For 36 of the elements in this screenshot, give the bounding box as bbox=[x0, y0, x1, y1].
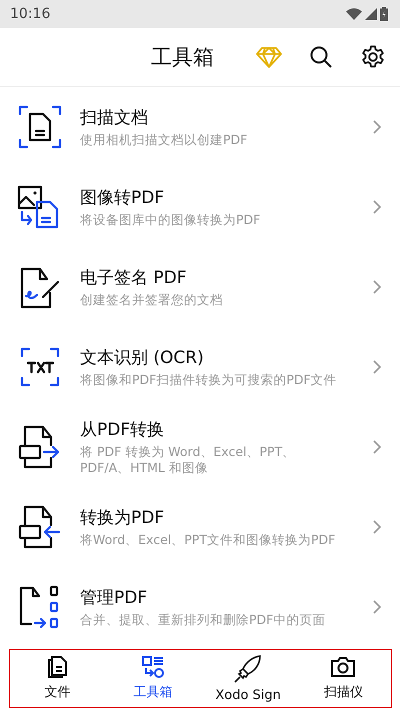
status-time: 10:16 bbox=[10, 6, 50, 22]
tool-title[interactable]: 管理PDF bbox=[80, 586, 342, 609]
page-title: 工具箱 bbox=[151, 44, 214, 71]
chevron-icon[interactable] bbox=[372, 278, 382, 295]
chevron-icon[interactable] bbox=[372, 198, 382, 215]
tool-title[interactable]: 图像转PDF bbox=[80, 186, 342, 209]
tool-title[interactable]: 文本识别 (OCR) bbox=[80, 346, 342, 369]
signal-icon bbox=[365, 8, 377, 20]
nav-tab[interactable]: 扫描仪 bbox=[296, 650, 391, 707]
tool-title[interactable]: 从PDF转换 bbox=[80, 418, 342, 441]
chevron-icon[interactable] bbox=[372, 118, 382, 135]
nav-tab[interactable]: 文件 bbox=[10, 650, 106, 707]
nav-tab[interactable]: 工具箱 bbox=[105, 650, 200, 707]
search-icon[interactable] bbox=[308, 44, 334, 70]
battery-icon bbox=[380, 6, 388, 21]
chevron-icon[interactable] bbox=[372, 518, 382, 535]
chevron-icon[interactable] bbox=[372, 598, 382, 615]
tool-description: 将图像和PDF扫描件转换为可搜索的PDF文件 bbox=[80, 372, 338, 388]
tool-description: 使用相机扫描文档以创建PDF bbox=[80, 132, 248, 148]
chevron-icon[interactable] bbox=[372, 358, 382, 375]
settings-icon[interactable] bbox=[360, 44, 386, 70]
tool-title[interactable]: 转换为PDF bbox=[80, 506, 342, 529]
tool-title[interactable]: 电子签名 PDF bbox=[80, 266, 342, 289]
tool-description: 将 PDF 转换为 Word、Excel、PPT、PDF/A、HTML 和图像 bbox=[80, 444, 296, 476]
camera-icon bbox=[330, 655, 356, 680]
tool-description: 将设备图库中的图像转换为PDF bbox=[80, 212, 262, 228]
chevron-icon[interactable] bbox=[372, 438, 382, 455]
documents-icon bbox=[46, 655, 70, 680]
tool-description: 将Word、Excel、PPT文件和图像转换为PDF bbox=[80, 532, 336, 548]
tools-icon bbox=[140, 655, 165, 680]
tool-description: 创建签名并签署您的文档 bbox=[80, 292, 224, 308]
wifi-icon bbox=[346, 8, 362, 20]
tool-description: 合并、提取、重新排列和删除PDF中的页面 bbox=[80, 612, 326, 628]
nav-tab[interactable]: Xodo Sign bbox=[200, 650, 296, 707]
tool-title[interactable]: 扫描文档 bbox=[80, 106, 342, 129]
pen-nib-icon bbox=[233, 654, 264, 684]
